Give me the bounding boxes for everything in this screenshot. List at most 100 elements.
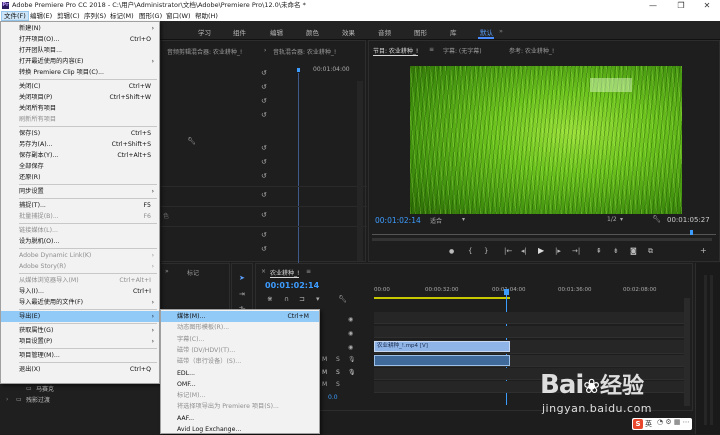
file-menu-item[interactable]: 捕捉(T)... F5 (1, 200, 159, 211)
file-menu-item[interactable]: 导入最近使用的文件(F) › (1, 297, 159, 308)
file-menu-item[interactable]: 全部保存 (1, 161, 159, 172)
file-menu-item[interactable]: 还原(R) (1, 172, 159, 183)
export-menu-item[interactable]: 媒体(M)... Ctrl+M (161, 311, 319, 322)
add-marker-icon[interactable]: ● (449, 248, 454, 255)
reset-icon-3[interactable]: ↺ (261, 97, 267, 105)
timeline-scrollbar[interactable] (684, 298, 690, 406)
panel-more-icon[interactable]: » (165, 268, 169, 275)
track-eye-icon[interactable]: ◉ (348, 316, 353, 323)
file-menu-item[interactable]: 关闭(C) Ctrl+W (1, 81, 159, 92)
reset-icon-10[interactable]: ↺ (261, 231, 267, 239)
export-menu-item[interactable]: Avid Log Exchange... (161, 424, 319, 435)
step-forward-icon[interactable]: |▸ (555, 247, 561, 255)
close-icon[interactable]: ✕ (694, 0, 720, 11)
workspace-color[interactable]: 颜色 (306, 27, 319, 37)
export-frame-camera-icon[interactable]: ◙ (630, 247, 637, 255)
solo-toggle[interactable]: S (336, 381, 340, 388)
track-eye-icon[interactable]: ◉ (348, 330, 353, 337)
reset-icon-7[interactable]: ↺ (261, 172, 267, 180)
marker-icon[interactable]: ▾ (316, 295, 320, 303)
mark-in-icon[interactable]: { (468, 247, 472, 255)
program-playhead-icon[interactable] (690, 230, 693, 235)
bin-item-ghosting[interactable]: 残影过渡 (26, 395, 50, 404)
magnet-icon[interactable]: ∩ (284, 295, 289, 303)
bin-expand-icon[interactable]: › (6, 396, 8, 403)
workspace-graphics[interactable]: 图形 (414, 27, 427, 37)
menu-markers[interactable]: 标记(M) (108, 11, 136, 21)
wrench-icon[interactable]: 🔧︎ (187, 137, 196, 145)
settings-wrench-icon[interactable]: 🔧︎ (652, 215, 661, 223)
program-timecode[interactable]: 00:01:02:14 (375, 216, 421, 225)
file-menu-item[interactable]: 新建(N) › (1, 23, 159, 34)
reset-icon-8[interactable]: ↺ (261, 191, 267, 199)
close-tab-icon[interactable]: × (261, 268, 266, 275)
work-area-bar[interactable] (374, 297, 510, 299)
tab-audio-clip-mixer[interactable]: 音频剪辑混合器: 农业耕种_! (167, 47, 242, 56)
panel-menu-icon[interactable]: ≡ (429, 46, 434, 53)
tab-sequence[interactable]: 农业耕种_! (270, 268, 300, 278)
maximize-icon[interactable]: ❐ (668, 0, 694, 11)
reset-icon-4[interactable]: ↺ (261, 111, 267, 119)
mark-out-icon[interactable]: } (484, 247, 488, 255)
snap-icon[interactable]: ⋇ (267, 295, 273, 303)
file-menu-item[interactable]: 打开团队项目... (1, 45, 159, 56)
file-menu-item[interactable]: 导入(I)... Ctrl+I (1, 286, 159, 297)
mute-toggle[interactable]: M (322, 356, 327, 363)
program-scrubber[interactable] (372, 234, 716, 235)
reset-icon-9[interactable]: ↺ (261, 211, 267, 219)
fit-dropdown-icon[interactable]: ▾ (462, 216, 465, 223)
menu-file[interactable]: 文件(F) (1, 11, 29, 21)
master-volume-value[interactable]: 0.0 (328, 394, 338, 401)
file-menu-item[interactable]: 获取属性(G) › (1, 325, 159, 336)
timeline-timecode[interactable]: 00:01:02:14 (265, 281, 319, 290)
play-icon[interactable]: ▶ (538, 246, 544, 255)
file-menu-item[interactable]: 保存副本(Y)... Ctrl+Alt+S (1, 150, 159, 161)
file-menu-item[interactable]: 同步设置 › (1, 186, 159, 197)
ime-tray[interactable]: S 英 ◔ ⚙ ▦ ⋯ (632, 418, 692, 430)
minimize-icon[interactable]: — (640, 0, 666, 11)
mute-toggle[interactable]: M (322, 369, 327, 376)
file-menu-item[interactable]: 另存为(A)... Ctrl+Shift+S (1, 139, 159, 150)
video-clip[interactable]: 农业耕种_!.mp4 [V] (374, 341, 510, 352)
panel-menu-icon[interactable]: › (264, 47, 266, 54)
reset-icon-5[interactable]: ↺ (261, 144, 267, 152)
menu-edit[interactable]: 编辑(E) (28, 11, 54, 21)
file-menu-item[interactable]: 项目设置(P) › (1, 336, 159, 347)
resolution-dropdown-icon[interactable]: ▾ (620, 216, 623, 223)
file-menu-item[interactable]: 导出(E) › (1, 311, 159, 322)
linked-selection-icon[interactable]: ⊐ (299, 295, 305, 303)
workspace-libraries[interactable]: 库 (450, 27, 457, 37)
reset-icon-11[interactable]: ↺ (261, 245, 267, 253)
workspace-more-icon[interactable]: » (499, 27, 503, 35)
solo-toggle[interactable]: S (336, 369, 340, 376)
program-zoom-bar[interactable] (372, 238, 712, 241)
bin-item-mosaic[interactable]: 马赛克 (36, 384, 54, 393)
timeline-wrench-icon[interactable]: 🔧︎ (338, 295, 347, 303)
workspace-audio[interactable]: 音频 (378, 27, 391, 37)
step-back-icon[interactable]: ◂| (521, 247, 527, 255)
tab-markers[interactable]: 标记 (187, 268, 199, 277)
reset-icon-1[interactable]: ↺ (261, 69, 267, 77)
tab-program[interactable]: 节目: 农业耕种_! (373, 46, 419, 56)
ime-tray-icons[interactable]: ◔ ⚙ ▦ ⋯ (657, 418, 690, 426)
tab-reference[interactable]: 参考: 农业耕种_! (509, 46, 554, 55)
solo-toggle[interactable]: S (336, 356, 340, 363)
track-eye-icon[interactable]: ◉ (348, 344, 353, 351)
file-menu-item[interactable]: 保存(S) Ctrl+S (1, 128, 159, 139)
mic-icon[interactable]: 🎙︎ (348, 356, 356, 363)
workspace-editing[interactable]: 编辑 (270, 27, 283, 37)
mute-toggle[interactable]: M (322, 381, 327, 388)
export-menu-item[interactable]: AAF... (161, 413, 319, 424)
audio-clip[interactable] (374, 355, 510, 366)
menu-sequence[interactable]: 序列(S) (82, 11, 108, 21)
menu-window[interactable]: 窗口(W) (164, 11, 193, 21)
workspace-assembly[interactable]: 组件 (233, 27, 246, 37)
lift-icon[interactable]: ⇞ (596, 247, 602, 255)
reset-icon-6[interactable]: ↺ (261, 158, 267, 166)
sequence-menu-icon[interactable]: ≡ (306, 268, 311, 275)
go-to-in-icon[interactable]: |← (504, 247, 512, 255)
workspace-default[interactable]: 默认 (480, 27, 493, 37)
video-track-2[interactable] (374, 326, 684, 338)
menu-graphics[interactable]: 图形(G) (137, 11, 164, 21)
file-menu-item[interactable]: 关闭项目(P) Ctrl+Shift+W (1, 92, 159, 103)
